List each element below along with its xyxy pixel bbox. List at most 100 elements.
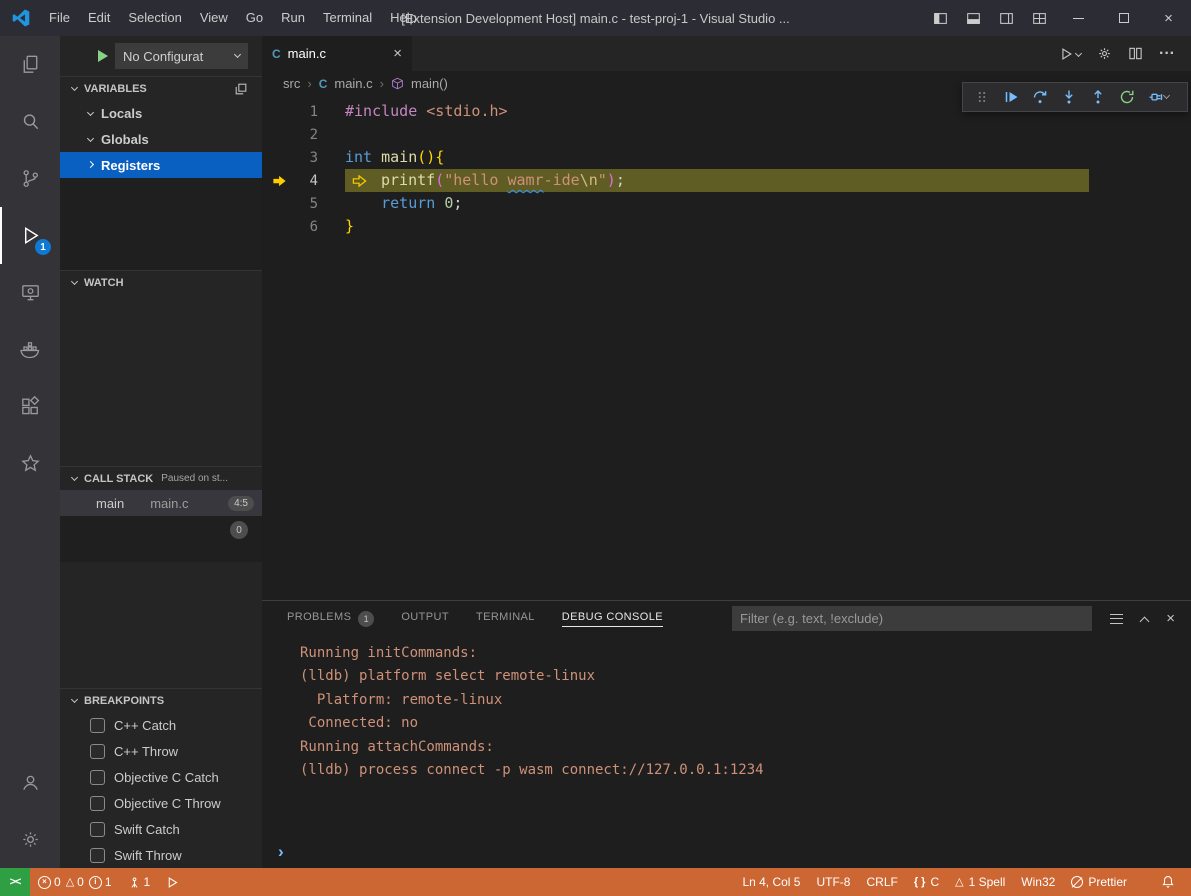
panel-actions: × [1110,601,1175,636]
toggle-sidebar-icon[interactable] [924,0,957,36]
breakpoint-cpp-catch[interactable]: C++ Catch [60,712,262,738]
sidebar-item-explorer[interactable] [0,36,60,93]
encoding-status[interactable]: UTF-8 [808,868,858,896]
problems-status[interactable]: × 0 △ 0 i 1 [30,868,120,896]
continue-icon[interactable] [996,83,1025,111]
console-filter-input[interactable] [732,606,1092,631]
current-line-indicator-icon[interactable] [262,174,296,188]
menu-go[interactable]: Go [237,0,272,36]
breakpoint-swift-catch[interactable]: Swift Catch [60,816,262,842]
variables-scope-locals[interactable]: Locals [60,100,262,126]
step-out-icon[interactable] [1083,83,1112,111]
debug-status[interactable] [158,868,187,896]
toggle-secondary-sidebar-icon[interactable] [990,0,1023,36]
tab-debug-console[interactable]: DEBUG CONSOLE [562,611,663,627]
ports-status[interactable]: 1 [120,868,159,896]
tab-problems[interactable]: PROBLEMS 1 [287,611,374,627]
code-segment: return [381,194,435,212]
customize-layout-icon[interactable] [1023,0,1056,36]
code-text[interactable]: return 0; [345,192,462,215]
start-debugging-icon[interactable] [98,50,108,62]
sidebar-item-extensions[interactable] [0,378,60,435]
language-status[interactable]: { } C [906,868,947,896]
variables-scope-registers[interactable]: Registers [60,152,262,178]
checkbox[interactable] [90,718,105,733]
remote-indicator[interactable]: >< [0,868,30,896]
sidebar-item-source-control[interactable] [0,150,60,207]
checkbox[interactable] [90,822,105,837]
menu-run[interactable]: Run [272,0,314,36]
code-editor[interactable]: 1#include <stdio.h>23int main(){4printf(… [262,96,1191,238]
breakpoint-cpp-throw[interactable]: C++ Throw [60,738,262,764]
line-number: 1 [296,104,318,120]
menu-view[interactable]: View [191,0,237,36]
step-over-icon[interactable] [1025,83,1054,111]
maximize-button[interactable] [1101,0,1146,36]
settings-gear-button[interactable] [1097,46,1112,61]
tab-output[interactable]: OUTPUT [401,611,449,627]
breakpoint-label: Objective C Throw [114,796,221,811]
breakpoint-swift-throw[interactable]: Swift Throw [60,842,262,868]
breadcrumb-folder[interactable]: src [283,76,300,91]
platform-status[interactable]: Win32 [1013,868,1063,896]
more-actions-button[interactable]: ··· [1159,45,1175,63]
sidebar-item-run-and-debug[interactable]: 1 [0,207,60,264]
console-line: Running attachCommands: [300,736,1191,759]
prettier-status[interactable]: Prettier [1063,868,1135,896]
menu-file[interactable]: File [40,0,79,36]
error-icon: × [38,876,51,889]
menu-terminal[interactable]: Terminal [314,0,381,36]
sidebar-item-remote-explorer[interactable] [0,264,60,321]
collapse-all-icon[interactable] [234,82,248,96]
eol-status[interactable]: CRLF [858,868,905,896]
breakpoint-objc-catch[interactable]: Objective C Catch [60,764,262,790]
minimize-button[interactable] [1056,0,1101,36]
settings-button[interactable] [0,811,60,868]
console-input-prompt[interactable]: › [278,842,284,862]
sidebar-item-docker[interactable] [0,321,60,378]
console-options-icon[interactable] [1110,614,1123,624]
menu-selection[interactable]: Selection [119,0,190,36]
toolbar-drag-handle[interactable] [967,83,996,111]
step-into-icon[interactable] [1054,83,1083,111]
breakpoint-objc-throw[interactable]: Objective C Throw [60,790,262,816]
cursor-position[interactable]: Ln 4, Col 5 [734,868,808,896]
notifications-button[interactable] [1135,868,1183,896]
spell-status[interactable]: △ 1 Spell [947,868,1013,896]
variables-section-header[interactable]: VARIABLES [60,76,262,100]
debug-config-dropdown[interactable]: No Configurat [115,43,248,69]
menu-edit[interactable]: Edit [79,0,119,36]
variables-scope-globals[interactable]: Globals [60,126,262,152]
stack-frame-row[interactable]: main main.c 4:5 [60,490,262,516]
close-button[interactable]: × [1146,0,1191,36]
toggle-panel-icon[interactable] [957,0,990,36]
checkbox[interactable] [90,796,105,811]
sidebar-item-marketplace[interactable] [0,435,60,492]
code-segment: } [345,217,354,235]
watch-section-header[interactable]: WATCH [60,270,262,294]
maximize-panel-icon[interactable] [1140,616,1150,626]
account-button[interactable] [0,754,60,811]
split-editor-button[interactable] [1128,46,1143,61]
tab-terminal[interactable]: TERMINAL [476,611,535,627]
code-text[interactable]: } [345,215,354,238]
sidebar-item-search[interactable] [0,93,60,150]
breakpoints-section-header[interactable]: BREAKPOINTS [60,688,262,712]
breadcrumb-file[interactable]: main.c [334,76,372,91]
call-stack-section-header[interactable]: CALL STACK Paused on st... [60,466,262,490]
close-tab-icon[interactable]: × [393,45,402,62]
tab-main-c[interactable]: C main.c × [262,36,412,71]
breadcrumb-symbol[interactable]: main() [411,76,448,91]
checkbox[interactable] [90,744,105,759]
checkbox[interactable] [90,770,105,785]
code-text[interactable]: printf("hello wamr-ide\n"); [345,169,1089,192]
call-stack-body: 0 [60,516,262,562]
close-panel-icon[interactable]: × [1166,610,1175,627]
code-text[interactable]: int main(){ [345,146,444,169]
checkbox[interactable] [90,848,105,863]
problems-count-badge: 1 [358,611,374,627]
code-line: 2 [262,123,1191,146]
code-text[interactable]: #include <stdio.h> [345,100,508,123]
run-or-debug-button[interactable] [1059,47,1081,61]
restart-icon[interactable] [1112,83,1141,111]
